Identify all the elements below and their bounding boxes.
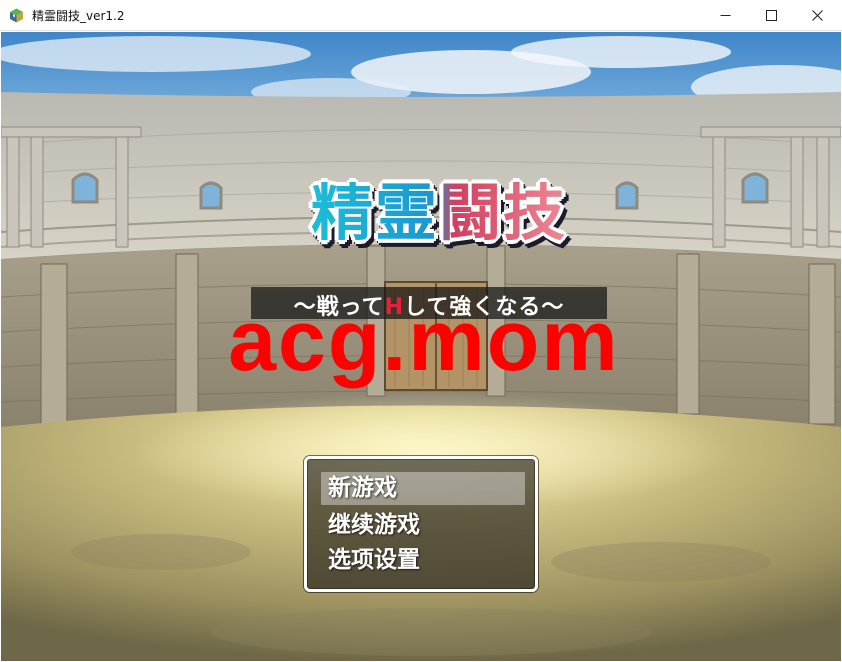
menu-item-continue[interactable]: 继续游戏 <box>321 509 525 542</box>
watermark-text: acg.mom <box>228 293 620 389</box>
window-title: 精霊闘技_ver1.2 <box>32 9 125 23</box>
game-canvas[interactable]: 精霊闘技 ～戦ってHして強くなる～ acg.mom 新游戏 继续游戏 选项设置 <box>1 32 841 661</box>
rpg-maker-app-icon <box>10 8 23 23</box>
close-button[interactable] <box>794 0 840 31</box>
maximize-icon <box>765 10 777 21</box>
window-titlebar: 精霊闘技_ver1.2 <box>0 0 842 31</box>
title-command-window: 新游戏 继续游戏 选项设置 <box>304 456 538 592</box>
close-icon <box>811 10 823 21</box>
maximize-button[interactable] <box>748 0 794 31</box>
minimize-icon <box>720 15 730 16</box>
game-logo: 精霊闘技 <box>279 182 599 244</box>
menu-item-options[interactable]: 选项设置 <box>321 544 525 577</box>
minimize-button[interactable] <box>702 0 748 31</box>
menu-item-new-game[interactable]: 新游戏 <box>321 472 525 505</box>
